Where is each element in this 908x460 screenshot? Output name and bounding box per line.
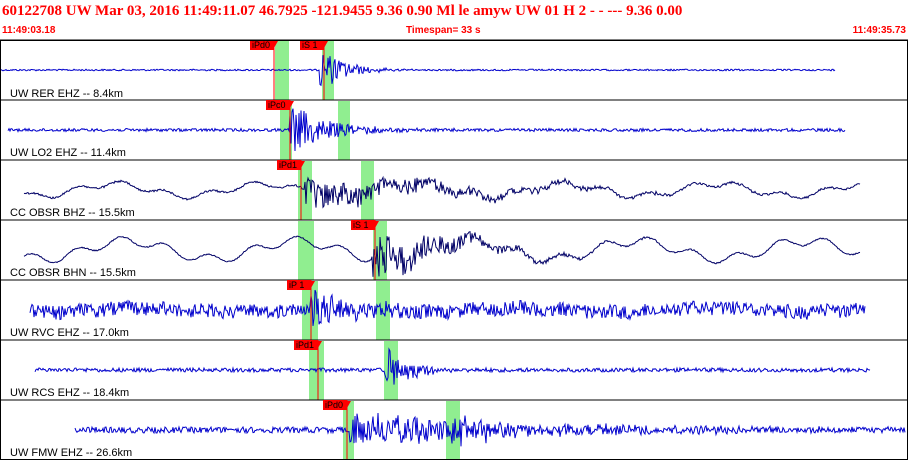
waveform (23, 175, 861, 209)
trace-row[interactable]: iPd1 UW RCS EHZ -- 18.4km (0, 339, 908, 400)
phase-pick[interactable]: iPd1 (277, 160, 305, 220)
pick-label: iPd1 (296, 340, 314, 350)
trace-row[interactable]: iPc0 UW LO2 EHZ -- 11.4km (0, 99, 908, 160)
station-label: UW FMW EHZ -- 26.6km (10, 447, 132, 459)
station-label: UW RVC EHZ -- 17.0km (10, 327, 129, 339)
station-label: CC OBSR BHN -- 15.5km (10, 267, 136, 279)
pick-label: iPd1 (279, 160, 297, 170)
pick-label: iPd0 (325, 400, 343, 410)
trace-row[interactable]: iS 1 CC OBSR BHN -- 15.5km (0, 219, 908, 280)
station-label: UW RCS EHZ -- 18.4km (10, 387, 129, 399)
pick-label: iS 1 (353, 220, 369, 230)
pick-label: iPd0 (252, 40, 270, 50)
waveform (0, 55, 836, 87)
trace-row[interactable]: iPd0 iS 1 UW RER EHZ -- 8.4km (0, 39, 908, 100)
waveform (23, 231, 861, 277)
pick-label: iP 1 (289, 280, 304, 290)
station-label: UW RER EHZ -- 8.4km (10, 88, 123, 100)
station-label: CC OBSR BHZ -- 15.5km (10, 207, 135, 219)
trace-row[interactable]: iPd1 CC OBSR BHZ -- 15.5km (0, 159, 908, 220)
station-label: UW LO2 EHZ -- 11.4km (10, 147, 126, 159)
phase-pick[interactable]: iS 1 (351, 220, 379, 280)
phase-window (376, 281, 390, 340)
phase-window (298, 221, 314, 280)
panel-border (0, 40, 908, 460)
pick-label: iS 1 (302, 40, 318, 50)
waveform (74, 412, 906, 447)
waveform (29, 289, 866, 326)
waveform (7, 108, 846, 152)
trace-row[interactable]: iP 1 UW RVC EHZ -- 17.0km (0, 279, 908, 340)
pick-label: iPc0 (268, 100, 286, 110)
trace-row[interactable]: iPd0 UW FMW EHZ -- 26.6km (0, 399, 908, 460)
waveform (34, 347, 871, 385)
seismogram-panel[interactable]: iPd0 iS 1 UW RER EHZ -- 8.4km iPc0 UW LO2 EH… (0, 0, 908, 460)
